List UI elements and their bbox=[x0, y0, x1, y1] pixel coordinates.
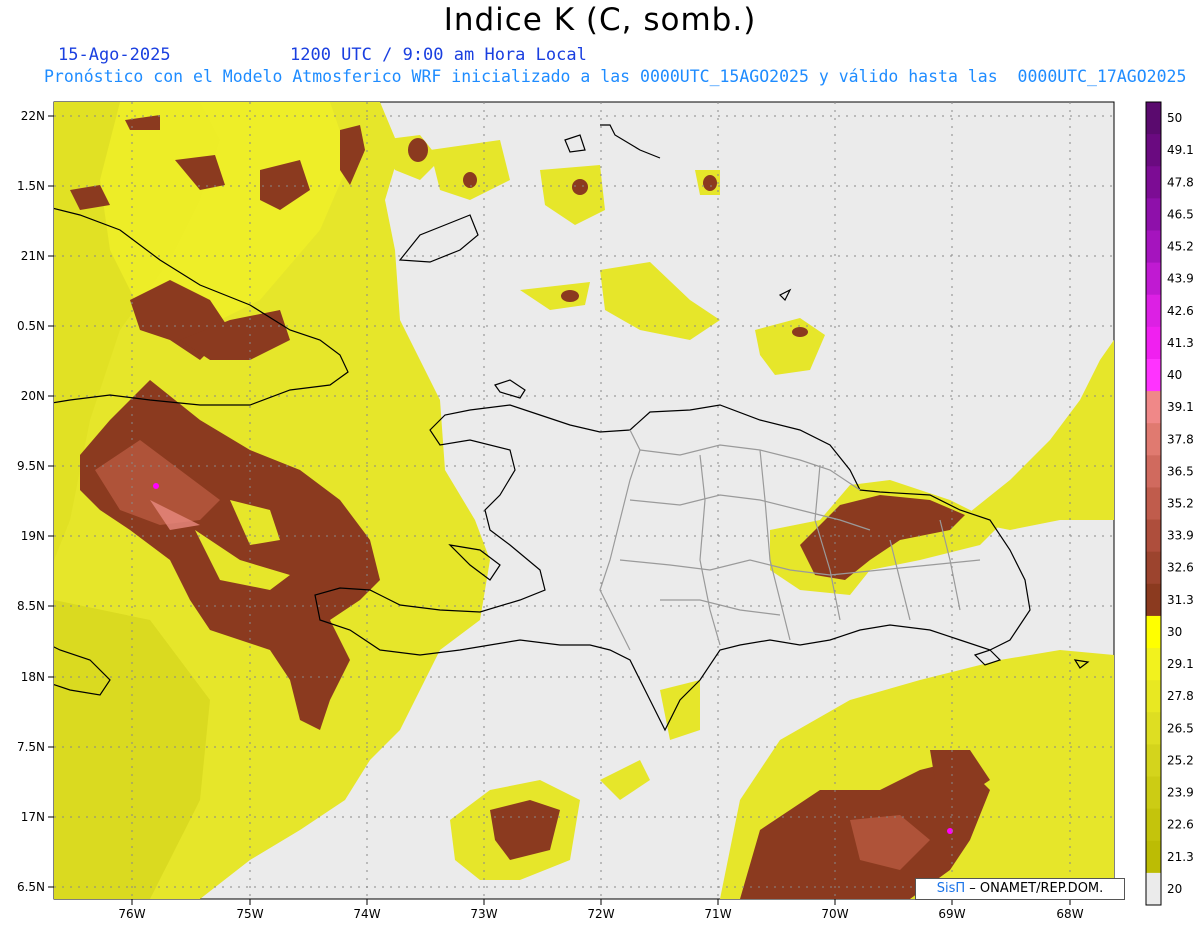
colorbar-swatch bbox=[1146, 712, 1161, 745]
colorbar-label: 41.3 bbox=[1167, 336, 1194, 350]
lat-label: 21N bbox=[21, 249, 45, 263]
lon-label: 73W bbox=[470, 907, 497, 921]
lat-label: 0.5N bbox=[17, 319, 45, 333]
lat-label: 22N bbox=[21, 109, 45, 123]
colorbar-swatch bbox=[1146, 487, 1161, 521]
lat-label: 19N bbox=[21, 529, 45, 543]
lon-label: 70W bbox=[821, 907, 848, 921]
colorbar-swatch bbox=[1146, 294, 1161, 328]
lat-label: 1.5N bbox=[17, 179, 45, 193]
colorbar-swatch bbox=[1146, 391, 1161, 424]
colorbar-label: 45.2 bbox=[1167, 240, 1194, 254]
colorbar-label: 46.5 bbox=[1167, 207, 1194, 221]
colorbar-label: 42.6 bbox=[1167, 304, 1194, 318]
colorbar-label: 43.9 bbox=[1167, 272, 1194, 286]
lon-label: 75W bbox=[236, 907, 263, 921]
colorbar-label: 50 bbox=[1167, 111, 1182, 125]
credit-org: – ONAMET/REP.DOM. bbox=[965, 881, 1104, 896]
colorbar-swatch bbox=[1146, 648, 1161, 681]
colorbar-label: 32.6 bbox=[1167, 561, 1194, 575]
colorbar-swatch bbox=[1146, 262, 1161, 296]
colorbar-swatch bbox=[1146, 326, 1161, 360]
colorbar-swatch bbox=[1146, 230, 1161, 264]
colorbar-label: 49.1 bbox=[1167, 143, 1194, 157]
colorbar-label: 21.3 bbox=[1167, 850, 1194, 864]
colorbar-label: 20 bbox=[1167, 882, 1182, 896]
colorbar-label: 36.5 bbox=[1167, 464, 1194, 478]
credit-box: SisΠ – ONAMET/REP.DOM. bbox=[915, 878, 1125, 900]
lon-label: 71W bbox=[704, 907, 731, 921]
lat-label: 7.5N bbox=[17, 740, 45, 754]
colorbar-label: 31.3 bbox=[1167, 593, 1194, 607]
colorbar-swatch bbox=[1146, 166, 1161, 199]
lon-labels: 76W 75W 74W 73W 72W 71W 70W 69W 68W bbox=[118, 907, 1083, 921]
colorbar-label: 33.9 bbox=[1167, 529, 1194, 543]
colorbar-swatch bbox=[1146, 358, 1161, 392]
colorbar-label: 26.5 bbox=[1167, 721, 1194, 735]
colorbar-swatch bbox=[1146, 198, 1161, 231]
lat-label: 20N bbox=[21, 389, 45, 403]
map-figure: 22N 1.5N 21N 0.5N 20N 9.5N 19N 8.5N 18N … bbox=[17, 101, 1194, 921]
colorbar-swatch bbox=[1146, 102, 1161, 135]
colorbar-legend: 50 49.1 47.8 46.5 45.2 43.9 42.6 41.3 40 39.1 37.8… bbox=[1145, 101, 1194, 906]
lat-label: 8.5N bbox=[17, 599, 45, 613]
colorbar-label: 27.8 bbox=[1167, 689, 1194, 703]
lat-label: 9.5N bbox=[17, 459, 45, 473]
lat-label: 18N bbox=[21, 670, 45, 684]
colorbar-swatch bbox=[1146, 744, 1161, 778]
colorbar-label: 30 bbox=[1167, 625, 1182, 639]
colorbar-swatch bbox=[1146, 808, 1161, 842]
colorbar-swatch bbox=[1146, 134, 1161, 167]
colorbar-label: 39.1 bbox=[1167, 400, 1194, 414]
colorbar-swatch bbox=[1146, 680, 1161, 713]
lon-label: 74W bbox=[353, 907, 380, 921]
lon-label: 69W bbox=[938, 907, 965, 921]
lat-labels: 22N 1.5N 21N 0.5N 20N 9.5N 19N 8.5N 18N … bbox=[17, 109, 45, 894]
colorbar-swatch bbox=[1146, 455, 1161, 488]
colorbar-swatch bbox=[1146, 583, 1161, 617]
colorbar-swatch bbox=[1146, 776, 1161, 810]
lon-label: 68W bbox=[1056, 907, 1083, 921]
lon-label: 76W bbox=[118, 907, 145, 921]
colorbar-swatch bbox=[1146, 423, 1161, 456]
colorbar-label: 22.6 bbox=[1167, 818, 1194, 832]
lon-label: 72W bbox=[587, 907, 614, 921]
lat-label: 17N bbox=[21, 810, 45, 824]
colorbar-label: 40 bbox=[1167, 368, 1182, 382]
colorbar-label: 25.2 bbox=[1167, 753, 1194, 767]
credit-sis: SisΠ bbox=[936, 881, 966, 896]
colorbar-label: 37.8 bbox=[1167, 432, 1194, 446]
colorbar-swatch bbox=[1146, 519, 1161, 553]
colorbar-label: 35.2 bbox=[1167, 497, 1194, 511]
lat-label: 6.5N bbox=[17, 880, 45, 894]
colorbar-swatch bbox=[1146, 551, 1161, 585]
colorbar-swatch bbox=[1146, 840, 1161, 874]
colorbar-swatch bbox=[1146, 615, 1161, 649]
colorbar-swatch bbox=[1146, 872, 1161, 906]
colorbar-label: 23.9 bbox=[1167, 786, 1194, 800]
colorbar-label: 29.1 bbox=[1167, 657, 1194, 671]
colorbar-label: 47.8 bbox=[1167, 175, 1194, 189]
